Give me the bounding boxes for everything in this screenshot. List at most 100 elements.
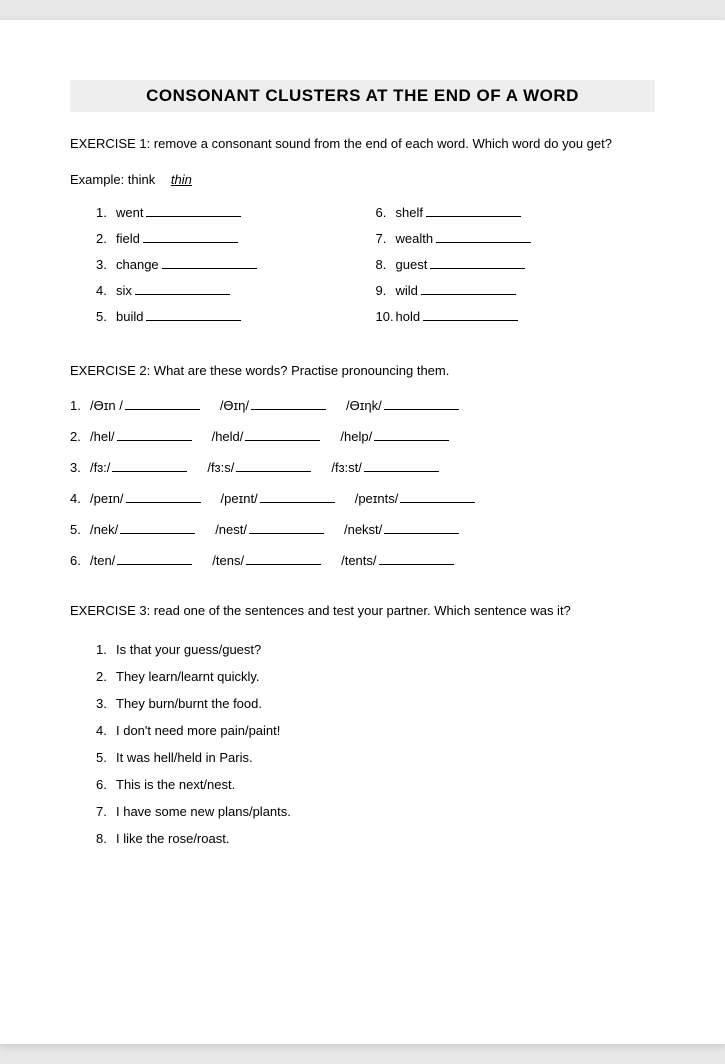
item-number: 1. xyxy=(96,205,116,220)
item-number: 6. xyxy=(376,205,396,220)
blank-line xyxy=(430,257,525,269)
blank-line xyxy=(236,460,311,472)
sentence-text: It was hell/held in Paris. xyxy=(116,750,253,765)
blank-line xyxy=(120,522,195,534)
sentence-item: 6. This is the next/nest. xyxy=(96,777,655,792)
item-word: guest xyxy=(396,257,428,272)
ipa-text: /tens/ xyxy=(212,553,244,568)
list-item: 1. went xyxy=(96,205,376,220)
blank-line xyxy=(245,429,320,441)
item-number: 1. xyxy=(96,642,116,657)
sentence-item: 3. They burn/burnt the food. xyxy=(96,696,655,711)
blank-line xyxy=(421,283,516,295)
list-item: 5. build xyxy=(96,309,376,324)
ipa-text: /tents/ xyxy=(341,553,376,568)
list-item: 10. hold xyxy=(376,309,656,324)
ipa-text: /held/ xyxy=(212,429,244,444)
page-title: CONSONANT CLUSTERS AT THE END OF A WORD xyxy=(70,80,655,112)
ipa-text: /ten/ xyxy=(90,553,115,568)
blank-line xyxy=(125,398,200,410)
list-item: 6. shelf xyxy=(376,205,656,220)
blank-line xyxy=(364,460,439,472)
blank-line xyxy=(374,429,449,441)
item-number: 7. xyxy=(376,231,396,246)
ipa-text: /help/ xyxy=(340,429,372,444)
ipa-text: /fɜ:st/ xyxy=(331,460,362,475)
blank-line xyxy=(143,231,238,243)
ipa-row: 5. /nek/ /nest/ /nekst/ xyxy=(70,522,655,537)
item-word: went xyxy=(116,205,143,220)
blank-line xyxy=(246,553,321,565)
item-number: 4. xyxy=(96,283,116,298)
exercise1-intro: EXERCISE 1: remove a consonant sound fro… xyxy=(70,134,655,154)
ipa-text: /fɜ:/ xyxy=(90,460,110,475)
exercise3-intro: EXERCISE 3: read one of the sentences an… xyxy=(70,598,655,624)
blank-line xyxy=(112,460,187,472)
item-number: 5. xyxy=(96,750,116,765)
item-number: 7. xyxy=(96,804,116,819)
list-item: 3. change xyxy=(96,257,376,272)
item-number: 4. xyxy=(96,723,116,738)
sentence-item: 2. They learn/learnt quickly. xyxy=(96,669,655,684)
sentence-item: 1. Is that your guess/guest? xyxy=(96,642,655,657)
ipa-text: /peɪnt/ xyxy=(221,491,258,506)
item-word: hold xyxy=(396,309,421,324)
sentence-text: Is that your guess/guest? xyxy=(116,642,261,657)
ipa-row: 1. /Ɵɪn / /Ɵɪη/ /Ɵɪηk/ xyxy=(70,398,655,413)
item-number: 3. xyxy=(96,257,116,272)
ipa-text: /Ɵɪηk/ xyxy=(346,398,382,413)
ipa-text: /nest/ xyxy=(215,522,247,537)
list-item: 2. field xyxy=(96,231,376,246)
item-number: 10. xyxy=(376,309,396,324)
exercise3-list: 1. Is that your guess/guest? 2. They lea… xyxy=(70,642,655,846)
blank-line xyxy=(384,522,459,534)
list-item: 8. guest xyxy=(376,257,656,272)
blank-line xyxy=(426,205,521,217)
ipa-row: 3. /fɜ:/ /fɜ:s/ /fɜ:st/ xyxy=(70,460,655,475)
sentence-text: This is the next/nest. xyxy=(116,777,235,792)
item-word: build xyxy=(116,309,143,324)
item-word: wealth xyxy=(396,231,434,246)
item-number: 2. xyxy=(96,231,116,246)
worksheet-page: CONSONANT CLUSTERS AT THE END OF A WORD … xyxy=(0,20,725,1044)
ipa-text: /nekst/ xyxy=(344,522,382,537)
blank-line xyxy=(117,429,192,441)
blank-line xyxy=(146,205,241,217)
ipa-text: /fɜ:s/ xyxy=(207,460,234,475)
ipa-text: /Ɵɪn / xyxy=(90,398,123,413)
sentence-text: I like the rose/roast. xyxy=(116,831,229,846)
item-number: 3. xyxy=(96,696,116,711)
row-number: 4. xyxy=(70,491,90,506)
item-word: change xyxy=(116,257,159,272)
sentence-item: 8. I like the rose/roast. xyxy=(96,831,655,846)
blank-line xyxy=(436,231,531,243)
sentence-item: 7. I have some new plans/plants. xyxy=(96,804,655,819)
blank-line xyxy=(400,491,475,503)
blank-line xyxy=(379,553,454,565)
item-number: 8. xyxy=(96,831,116,846)
blank-line xyxy=(249,522,324,534)
row-number: 5. xyxy=(70,522,90,537)
item-word: wild xyxy=(396,283,418,298)
sentence-item: 4. I don't need more pain/paint! xyxy=(96,723,655,738)
example-answer: thin xyxy=(171,172,192,187)
blank-line xyxy=(162,257,257,269)
ipa-text: /peɪnts/ xyxy=(355,491,399,506)
blank-line xyxy=(384,398,459,410)
example-label: Example: think xyxy=(70,172,155,187)
blank-line xyxy=(146,309,241,321)
item-number: 2. xyxy=(96,669,116,684)
item-word: six xyxy=(116,283,132,298)
blank-line xyxy=(260,491,335,503)
exercise1-right-col: 6. shelf 7. wealth 8. guest 9. wild 10. xyxy=(376,205,656,335)
sentence-text: I don't need more pain/paint! xyxy=(116,723,280,738)
sentence-text: They burn/burnt the food. xyxy=(116,696,262,711)
item-word: shelf xyxy=(396,205,423,220)
sentence-text: I have some new plans/plants. xyxy=(116,804,291,819)
item-number: 8. xyxy=(376,257,396,272)
blank-line xyxy=(117,553,192,565)
ipa-row: 6. /ten/ /tens/ /tents/ xyxy=(70,553,655,568)
blank-line xyxy=(126,491,201,503)
item-number: 6. xyxy=(96,777,116,792)
exercise1-list: 1. went 2. field 3. change 4. six 5. xyxy=(70,205,655,335)
